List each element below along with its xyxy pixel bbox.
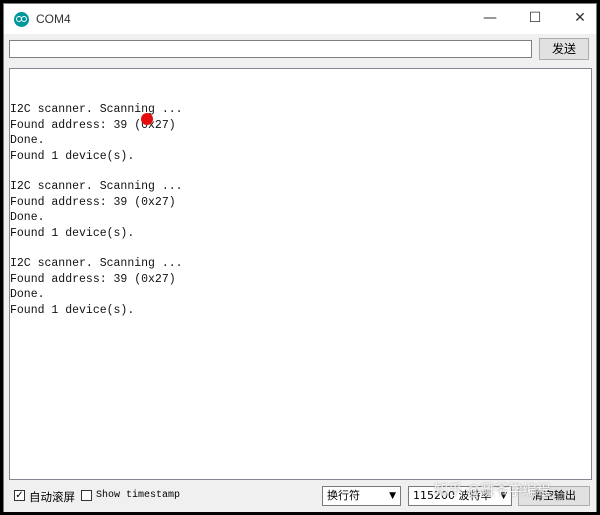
window-title: COM4	[36, 12, 71, 26]
chevron-down-icon: ▼	[389, 491, 396, 501]
close-button[interactable]: ✕	[570, 9, 590, 27]
maximize-button[interactable]: ☐	[525, 9, 545, 27]
show-timestamp-label: Show timestamp	[96, 490, 181, 501]
show-timestamp-checkbox[interactable]	[81, 490, 92, 501]
minimize-button[interactable]: —	[480, 9, 500, 27]
red-marker-dot	[141, 113, 153, 125]
send-input[interactable]	[9, 40, 532, 58]
title-bar: COM4 — ☐ ✕	[4, 4, 596, 34]
autoscroll-label: 自动滚屏	[29, 490, 75, 504]
serial-output-area[interactable]: I2C scanner. Scanning ... Found address:…	[9, 68, 592, 480]
send-button[interactable]: 发送	[539, 38, 589, 60]
autoscroll-checkbox[interactable]: ✓	[14, 490, 25, 501]
serial-output-text: I2C scanner. Scanning ... Found address:…	[10, 103, 183, 317]
arduino-icon	[14, 12, 29, 27]
send-bar: 发送	[4, 34, 596, 64]
line-ending-select[interactable]: 换行符 ▼	[322, 486, 401, 506]
line-ending-value: 换行符	[327, 489, 360, 502]
serial-monitor-window: COM4 — ☐ ✕ 发送 I2C scanner. Scanning ... …	[3, 3, 597, 512]
watermark: 知乎 @雕爷学编程	[434, 483, 551, 499]
